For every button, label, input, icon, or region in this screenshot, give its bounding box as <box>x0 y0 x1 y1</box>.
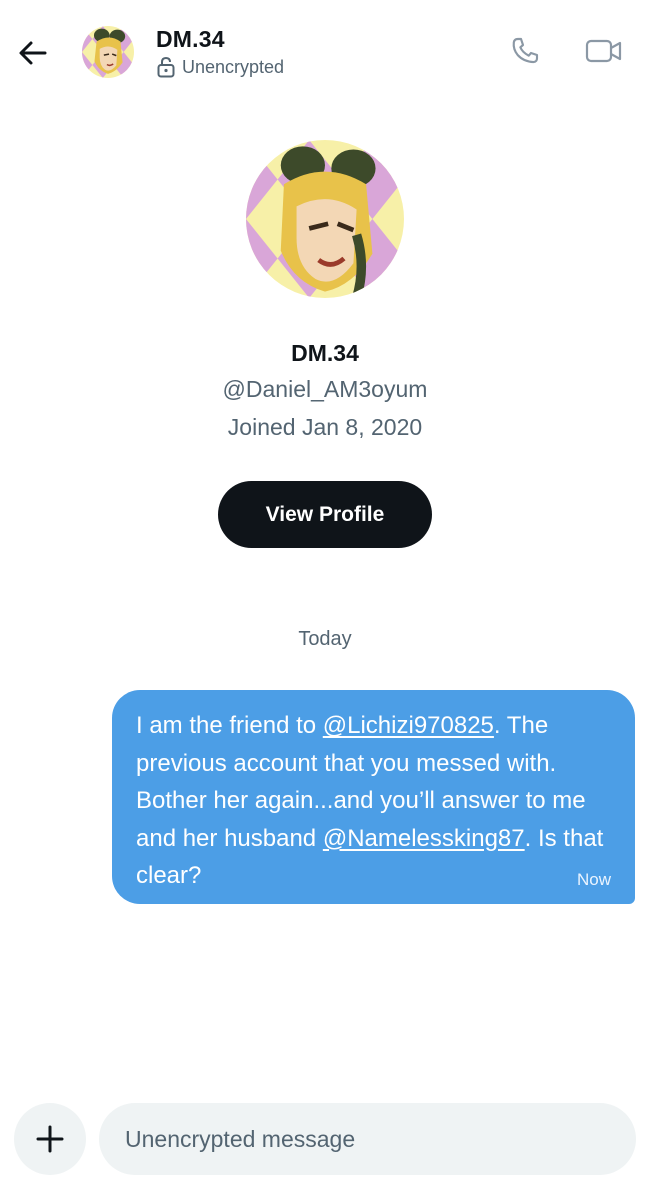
message-timestamp: Now <box>576 870 611 889</box>
call-button[interactable] <box>506 32 544 70</box>
message-input[interactable] <box>99 1103 636 1175</box>
message-text: I am the friend to <box>136 712 323 739</box>
conversation-header: DM.34 Unencrypted <box>0 0 650 110</box>
sent-message-bubble[interactable]: I am the friend to @Lichizi970825. The p… <box>112 690 635 904</box>
plus-icon <box>36 1125 64 1153</box>
profile-avatar-image <box>246 140 404 298</box>
mention-link-namelessking[interactable]: @Namelessking87 <box>323 825 525 852</box>
profile-name: DM.34 <box>291 340 359 366</box>
back-button[interactable] <box>14 34 52 72</box>
avatar-image <box>82 26 134 78</box>
encryption-status-label: Unencrypted <box>182 56 285 77</box>
arrow-left-icon <box>19 41 47 65</box>
mention-link-lichizi[interactable]: @Lichizi970825 <box>323 712 494 739</box>
video-camera-icon <box>585 39 622 63</box>
phone-icon <box>512 37 539 64</box>
date-separator: Today <box>298 628 352 650</box>
profile-joined-date: Joined Jan 8, 2020 <box>227 414 423 440</box>
video-call-button[interactable] <box>582 32 626 70</box>
header-avatar[interactable] <box>82 26 134 78</box>
dm-conversation-screen: DM.34 Unencrypted DM.34 @Daniel_AM3oyum … <box>0 0 650 1199</box>
header-title[interactable]: DM.34 <box>156 26 225 53</box>
profile-avatar[interactable] <box>246 140 404 298</box>
view-profile-button[interactable]: View Profile <box>218 481 432 548</box>
encryption-status: Unencrypted <box>156 56 284 78</box>
profile-handle: @Daniel_AM3oyum <box>222 376 428 402</box>
unlocked-padlock-icon <box>157 56 175 78</box>
add-attachment-button[interactable] <box>14 1103 86 1175</box>
